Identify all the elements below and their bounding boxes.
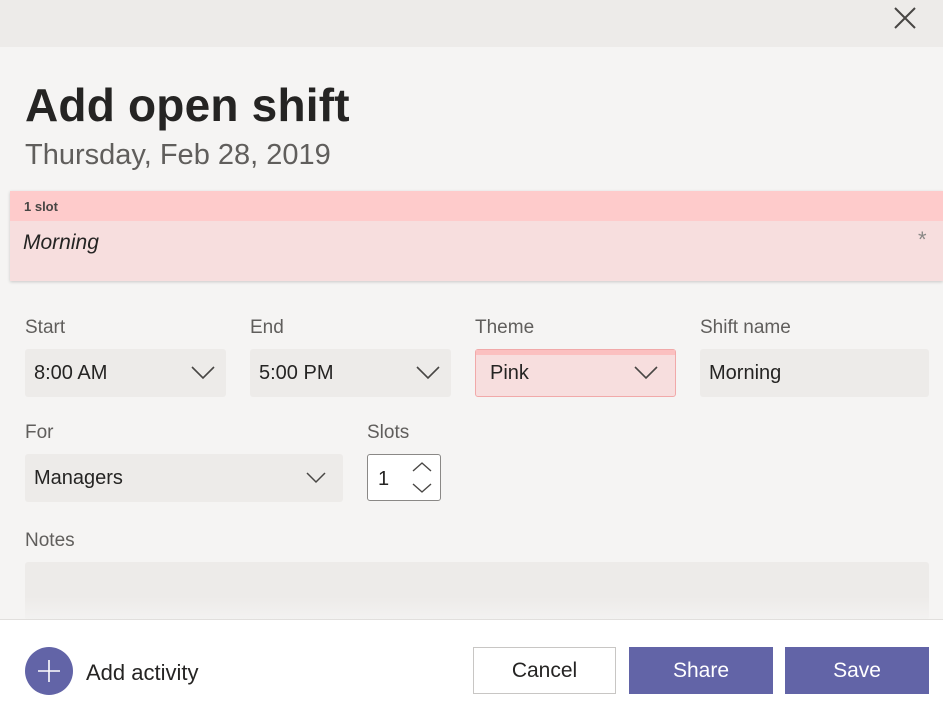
share-button[interactable]: Share — [629, 647, 773, 694]
end-time-value: 5:00 PM — [259, 362, 334, 384]
page-title: Add open shift — [25, 79, 350, 131]
shift-name-label: Shift name — [700, 317, 791, 338]
dialog-footer: Add activity Cancel Share Save — [0, 619, 943, 711]
start-label: Start — [25, 317, 66, 338]
chevron-down-icon — [412, 483, 432, 493]
close-icon — [894, 7, 916, 29]
slots-value: 1 — [378, 468, 390, 490]
chevron-up-icon — [412, 462, 432, 472]
end-label: End — [250, 317, 284, 338]
shift-preview-header: 1 slot — [10, 191, 943, 221]
shift-date: Thursday, Feb 28, 2019 — [25, 139, 331, 171]
save-button[interactable]: Save — [785, 647, 929, 694]
start-time-value: 8:00 AM — [34, 362, 108, 384]
shift-name-value: Morning — [709, 362, 782, 384]
slots-stepper[interactable]: 1 — [367, 454, 441, 501]
for-group-value: Managers — [34, 467, 123, 489]
required-marker: * — [918, 227, 927, 252]
plus-icon — [38, 660, 60, 682]
shift-preview-name: Morning — [23, 231, 99, 254]
theme-dropdown[interactable]: Pink — [475, 349, 676, 397]
chevron-down-icon — [191, 366, 215, 380]
start-time-dropdown[interactable]: 8:00 AM — [25, 349, 226, 397]
theme-value: Pink — [490, 362, 529, 384]
shift-name-input[interactable]: Morning — [700, 349, 929, 397]
chevron-down-icon — [416, 366, 440, 380]
chevron-down-icon — [634, 366, 658, 380]
add-activity-button[interactable] — [25, 647, 73, 695]
shift-preview-card: 1 slot Morning * — [10, 191, 943, 281]
notes-label: Notes — [25, 530, 75, 551]
dialog-top-bar — [0, 0, 943, 47]
decrement-button[interactable] — [410, 478, 434, 498]
end-time-dropdown[interactable]: 5:00 PM — [250, 349, 451, 397]
for-label: For — [25, 422, 54, 443]
for-group-dropdown[interactable]: Managers — [25, 454, 343, 502]
add-activity-label[interactable]: Add activity — [86, 660, 199, 686]
cancel-button[interactable]: Cancel — [473, 647, 616, 694]
notes-textarea[interactable] — [25, 562, 929, 620]
increment-button[interactable] — [410, 457, 434, 477]
close-button[interactable] — [886, 0, 924, 36]
chevron-down-icon — [306, 472, 326, 484]
slot-count-badge: 1 slot — [24, 199, 58, 214]
slots-label: Slots — [367, 422, 410, 443]
theme-label: Theme — [475, 317, 535, 338]
